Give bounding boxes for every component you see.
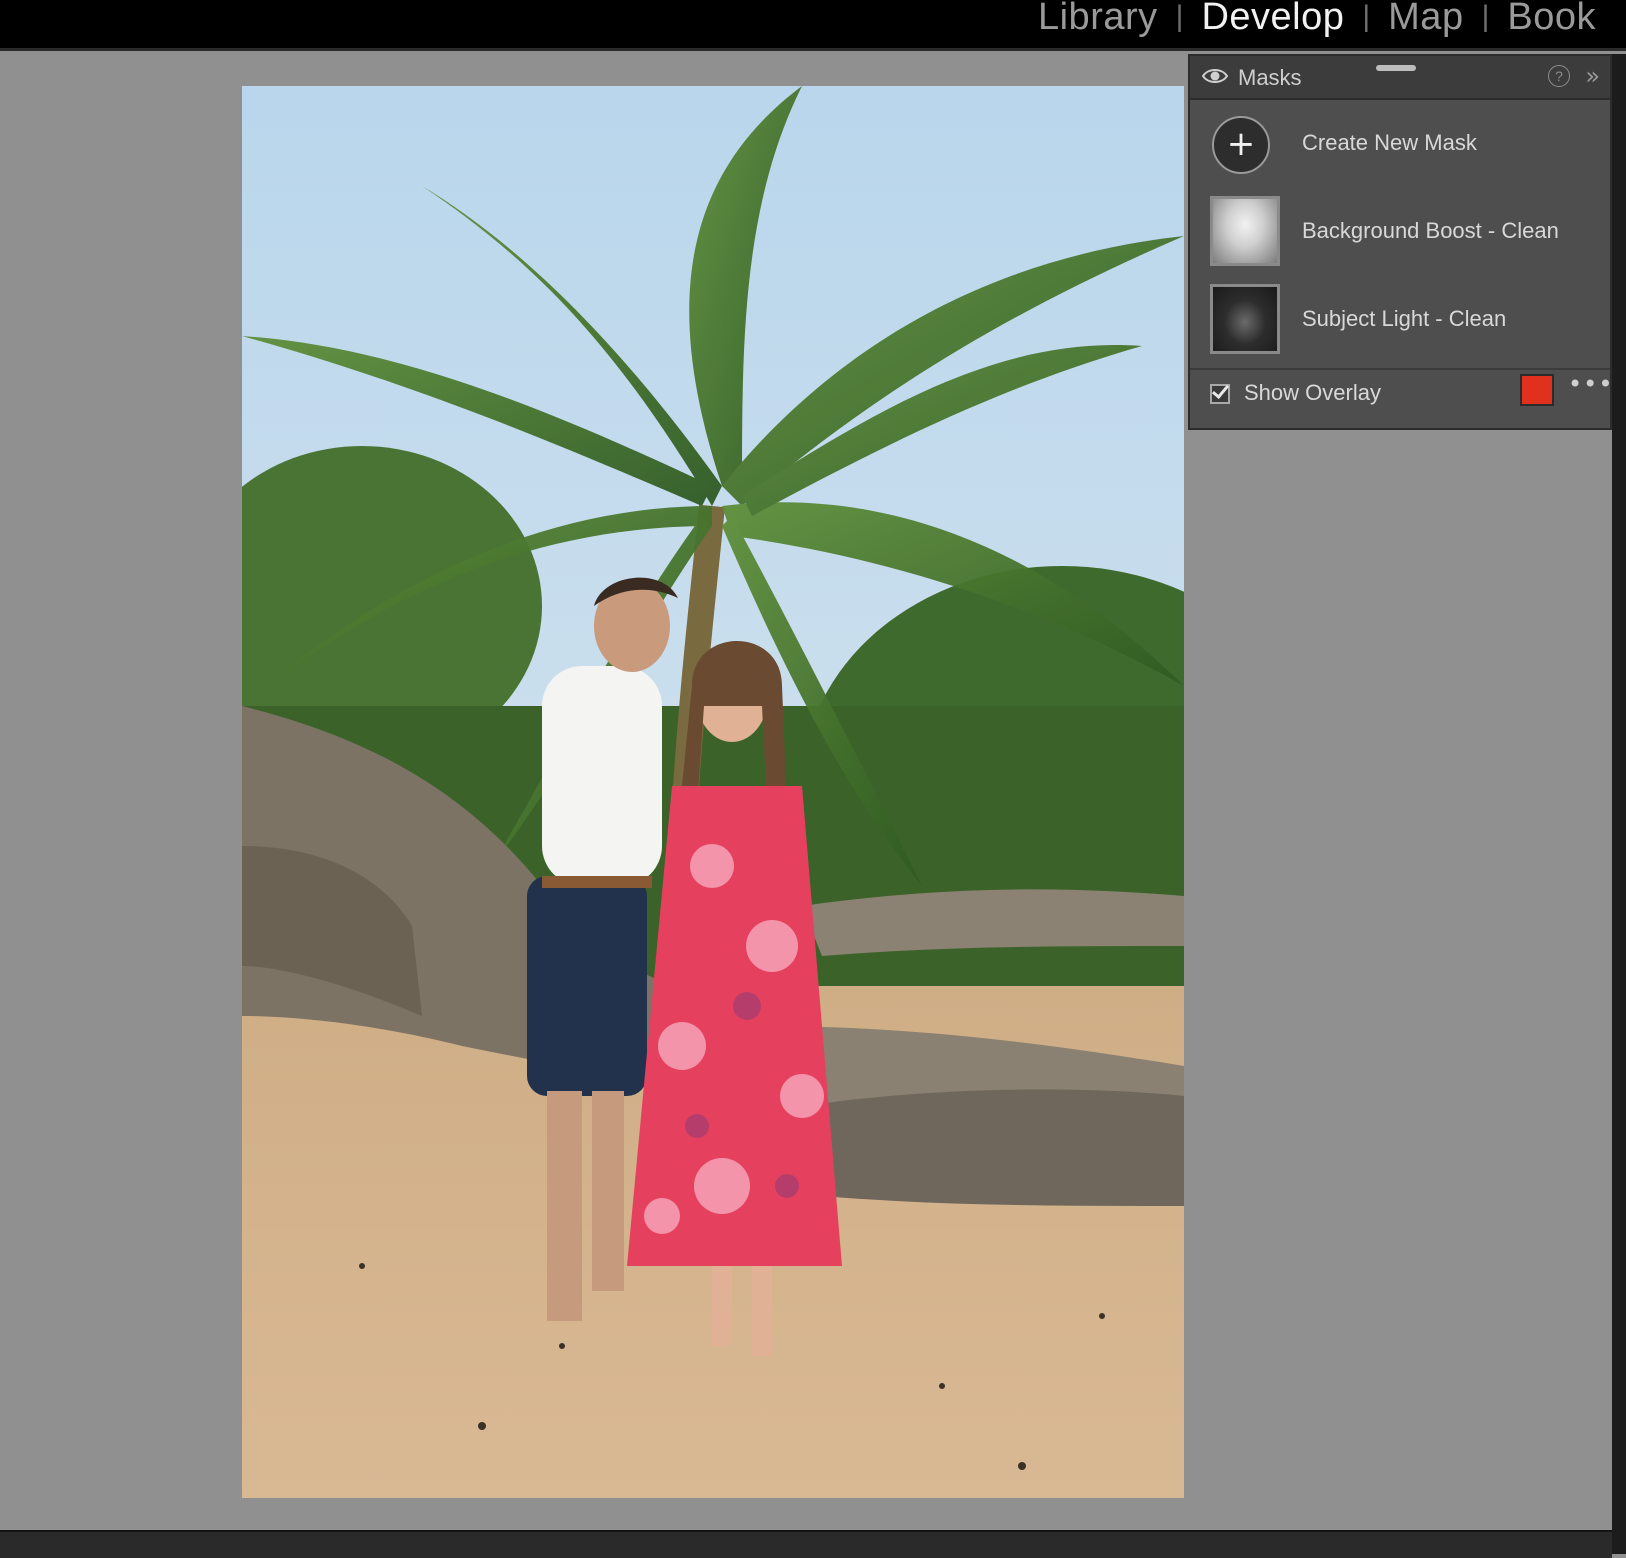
eye-icon[interactable] bbox=[1201, 65, 1229, 91]
collapse-panel-icon[interactable]: » bbox=[1585, 62, 1600, 90]
show-overlay-label[interactable]: Show Overlay bbox=[1244, 380, 1381, 406]
masks-panel: Masks ? » + Create New Mask Background B… bbox=[1188, 54, 1612, 430]
masks-panel-header: Masks ? » bbox=[1190, 56, 1610, 100]
mask-name: Background Boost - Clean bbox=[1302, 218, 1559, 243]
create-new-mask-label: Create New Mask bbox=[1302, 130, 1477, 155]
create-new-mask-button[interactable]: + Create New Mask bbox=[1190, 104, 1610, 182]
panel-divider bbox=[1190, 368, 1610, 370]
module-separator: | bbox=[1481, 0, 1490, 33]
mask-item[interactable]: Background Boost - Clean bbox=[1190, 192, 1610, 270]
overlay-color-swatch[interactable] bbox=[1520, 374, 1554, 406]
mask-item[interactable]: Subject Light - Clean bbox=[1190, 280, 1610, 358]
mask-name: Subject Light - Clean bbox=[1302, 306, 1507, 331]
module-book[interactable]: Book bbox=[1489, 0, 1614, 39]
panel-scrollbar[interactable] bbox=[1612, 54, 1626, 1554]
module-separator: | bbox=[1362, 0, 1371, 33]
mask-thumbnail[interactable] bbox=[1210, 196, 1280, 266]
plus-icon[interactable]: + bbox=[1212, 116, 1270, 174]
show-overlay-row: Show Overlay ••• bbox=[1190, 370, 1613, 428]
photo-preview[interactable] bbox=[242, 86, 1184, 1498]
filmstrip-bar bbox=[0, 1530, 1612, 1558]
module-develop[interactable]: Develop bbox=[1183, 0, 1362, 39]
module-list: Library | Develop | Map | Book bbox=[1020, 0, 1614, 48]
module-separator: | bbox=[1175, 0, 1184, 33]
module-map[interactable]: Map bbox=[1370, 0, 1481, 39]
show-overlay-checkbox[interactable] bbox=[1210, 384, 1230, 404]
photo-image bbox=[242, 86, 1184, 1498]
more-options-icon[interactable]: ••• bbox=[1568, 370, 1613, 398]
drag-handle-icon[interactable] bbox=[1376, 65, 1416, 71]
mask-thumbnail[interactable] bbox=[1210, 284, 1280, 354]
masks-panel-title: Masks bbox=[1238, 65, 1302, 90]
help-icon[interactable]: ? bbox=[1548, 65, 1570, 87]
module-library[interactable]: Library bbox=[1020, 0, 1176, 39]
module-picker-bar: Library | Develop | Map | Book bbox=[0, 0, 1626, 51]
